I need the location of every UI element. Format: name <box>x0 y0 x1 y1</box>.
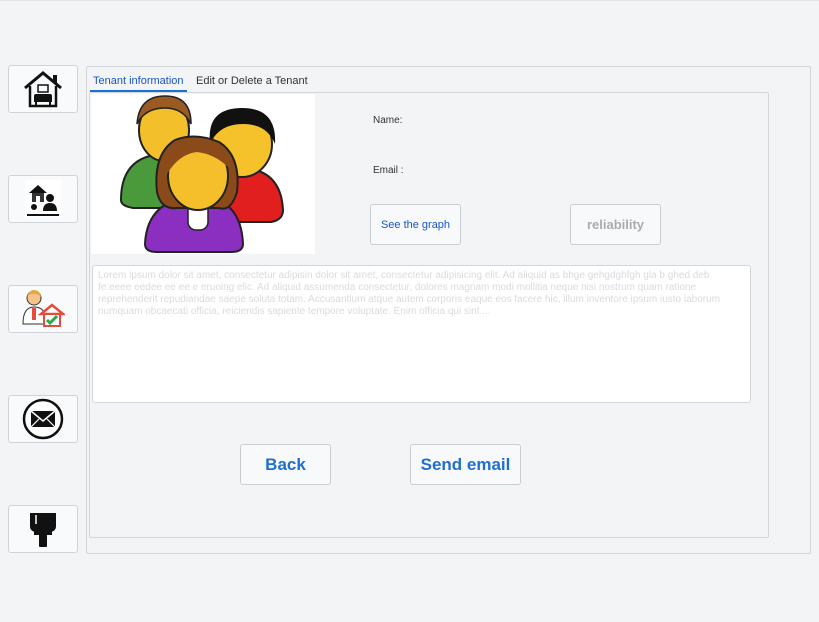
envelope-icon <box>22 398 64 440</box>
send-email-button[interactable]: Send email <box>410 444 521 485</box>
tenant-avatar <box>91 94 315 254</box>
tab-tenant-information[interactable]: Tenant information <box>90 74 187 92</box>
reliability-button[interactable]: reliability <box>570 204 661 245</box>
tab-content: Name: Email : See the graph reliability … <box>89 92 769 538</box>
name-label: Name: <box>373 115 403 126</box>
property-agent-icon <box>25 180 61 218</box>
tab-edit-delete-tenant[interactable]: Edit or Delete a Tenant <box>193 74 311 92</box>
email-label: Email : <box>373 165 404 176</box>
sidebar-item-email[interactable] <box>8 395 78 443</box>
sidebar-item-house[interactable] <box>8 65 78 113</box>
paint-brush-icon <box>30 513 56 547</box>
sidebar-item-brush[interactable] <box>8 505 78 553</box>
house-furniture-icon <box>24 71 62 108</box>
tenant-notes-textarea[interactable]: Lorem ipsum dolor sit amet, consectetur … <box>92 265 751 403</box>
tenant-house-icon <box>22 290 65 327</box>
people-group-icon <box>119 95 285 253</box>
tenant-panel: Tenant information Edit or Delete a Tena… <box>86 66 811 554</box>
sidebar-item-tenant[interactable] <box>8 285 78 333</box>
see-graph-button[interactable]: See the graph <box>370 204 461 245</box>
sidebar-item-agent[interactable] <box>8 175 78 223</box>
back-button[interactable]: Back <box>240 444 331 485</box>
